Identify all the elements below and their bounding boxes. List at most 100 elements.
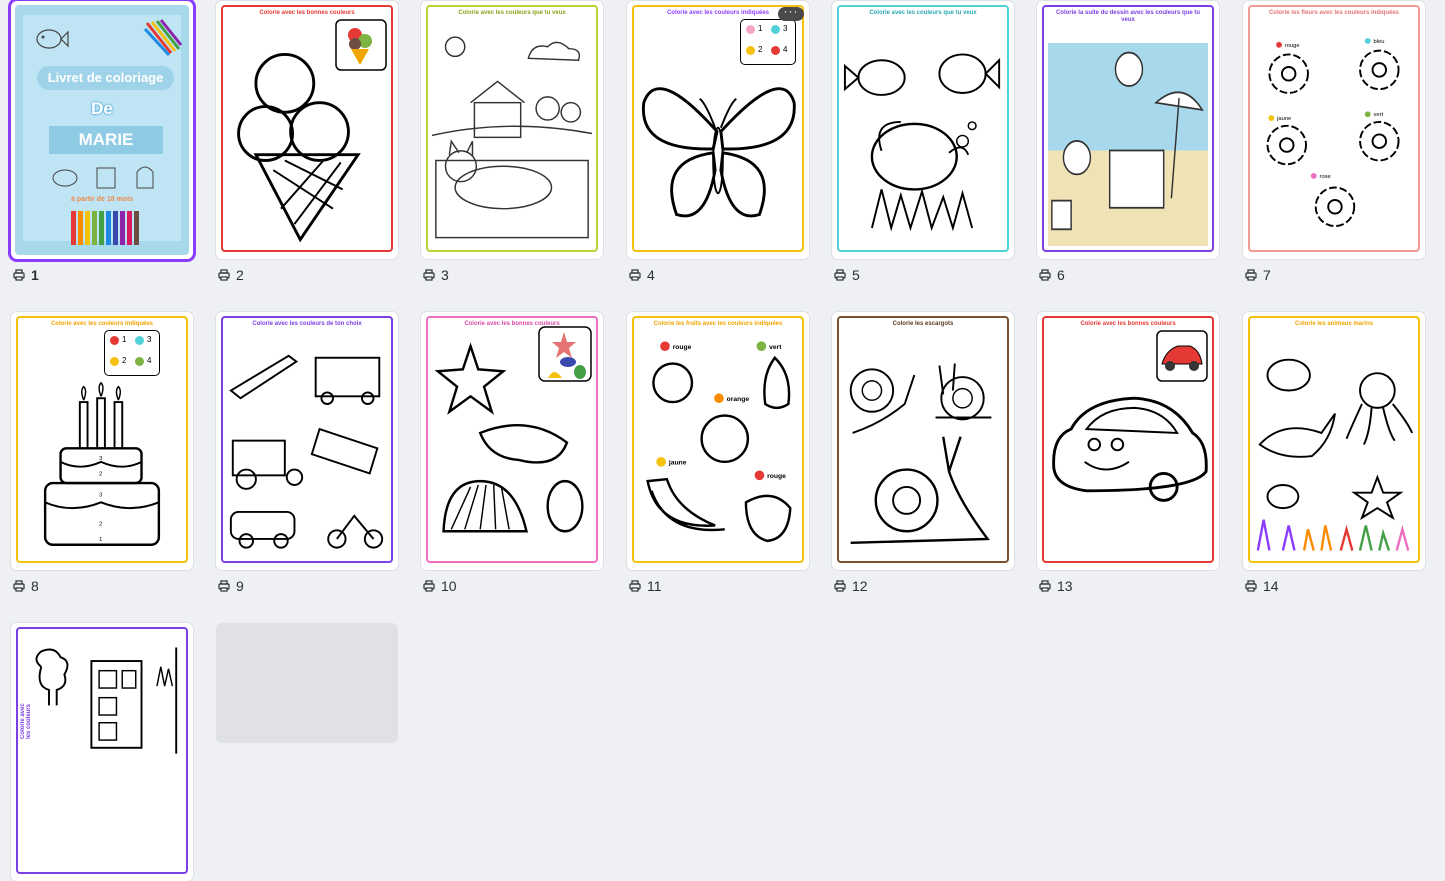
page-drawing — [227, 21, 387, 246]
coloring-page: Colorie la suite du dessin avec les coul… — [1042, 5, 1214, 252]
flower-label: rouge — [1285, 43, 1300, 49]
page-drawing: rouge vert orange jaune rouge — [638, 332, 798, 557]
page-drawing — [1254, 332, 1414, 557]
page-thumbnail-12[interactable]: Colorie les escargots 12 — [832, 312, 1014, 594]
cake-number: 2 — [99, 471, 102, 477]
printer-icon — [13, 269, 25, 281]
flower-label: rose — [1320, 174, 1331, 180]
cake-number: 1 — [99, 537, 102, 543]
page-thumbnail-7[interactable]: Colorie les fleurs avec les couleurs ind… — [1243, 1, 1425, 283]
page-title: Colorie avec les couleurs de ton choix — [252, 321, 362, 327]
page-number-label: 11 — [629, 578, 662, 594]
page-thumbnail-15[interactable]: Colorie avec les couleurs de ton choix — [11, 623, 193, 881]
page-card[interactable]: Colorie avec les bonnes couleurs — [216, 1, 398, 259]
page-number: 13 — [1057, 578, 1073, 594]
page-options-button[interactable]: ··· — [778, 5, 804, 21]
coloring-page: Colorie les animaux marins — [1248, 316, 1420, 563]
coloring-page: Colorie avec les couleurs de ton choix — [221, 316, 393, 563]
printer-icon — [629, 269, 641, 281]
page-card[interactable]: Colorie les animaux marins — [1243, 312, 1425, 570]
page-drawing — [227, 332, 387, 557]
page-title: Colorie les animaux marins — [1294, 321, 1374, 327]
page-number: 14 — [1263, 578, 1279, 594]
crayon-row-icon — [71, 211, 139, 245]
page-thumbnail-4[interactable]: Colorie avec les couleurs indiquées 1 3 … — [627, 1, 809, 283]
flower-label: bleu — [1374, 39, 1385, 45]
coloring-page: Colorie les fruits avec les couleurs ind… — [632, 316, 804, 563]
page-number: 9 — [236, 578, 244, 594]
page-card[interactable]: Colorie avec les couleurs indiquées 1 3 … — [627, 1, 809, 259]
coloring-page: Colorie avec les couleurs que tu veux — [426, 5, 598, 252]
page-card[interactable]: Colorie avec les bonnes couleurs — [1037, 312, 1219, 570]
page-thumbnail-5[interactable]: Colorie avec les couleurs que tu veux 5 — [832, 1, 1014, 283]
page-card[interactable]: Colorie les fruits avec les couleurs ind… — [627, 312, 809, 570]
page-drawing — [843, 21, 1003, 246]
fruit-label: orange — [727, 396, 750, 403]
page-title: Colorie avec les couleurs indiquées — [666, 10, 770, 16]
crayons-icon — [143, 19, 183, 57]
page-title: Colorie avec les couleurs indiquées — [50, 321, 154, 327]
cake-number: 3 — [99, 456, 102, 462]
cover-drawings — [52, 166, 154, 189]
page-number: 1 — [31, 267, 39, 283]
page-card[interactable]: Colorie avec les couleurs de ton choix — [216, 312, 398, 570]
page-card[interactable]: Colorie avec les couleurs de ton choix — [11, 623, 193, 881]
cover-name: MARIE — [49, 126, 163, 154]
page-title: Colorie les fruits avec les couleurs ind… — [653, 321, 783, 327]
page-card[interactable]: Colorie les fleurs avec les couleurs ind… — [1243, 1, 1425, 259]
printer-icon — [218, 580, 230, 592]
printer-icon — [423, 269, 435, 281]
page-number: 6 — [1057, 267, 1065, 283]
page-drawing — [1048, 43, 1208, 246]
fruit-label: jaune — [668, 460, 687, 467]
cover-age: à partir de 18 mois — [71, 196, 133, 203]
page-card[interactable]: Colorie la suite du dessin avec les coul… — [1037, 1, 1219, 259]
page-number-label: 12 — [834, 578, 868, 594]
page-drawing — [843, 332, 1003, 557]
page-title: Colorie les escargots — [892, 321, 954, 327]
page-thumbnail-14[interactable]: Colorie les animaux marins 14 — [1243, 312, 1425, 594]
page-thumbnail-1[interactable]: Livret de coloriage De MARIE à partir de… — [11, 1, 193, 283]
page-number: 2 — [236, 267, 244, 283]
page-drawing: rouge bleu jaune vert rose — [1254, 21, 1414, 246]
coloring-page: Colorie les escargots — [837, 316, 1009, 563]
page-thumbnail-13[interactable]: Colorie avec les bonnes couleurs 13 — [1037, 312, 1219, 594]
page-card[interactable]: Colorie avec les couleurs indiquées 1 3 … — [11, 312, 193, 570]
page-drawing — [431, 21, 593, 246]
page-number: 7 — [1263, 267, 1271, 283]
page-thumbnail-10[interactable]: Colorie avec les bonnes couleurs 10 — [421, 312, 603, 594]
fish-icon — [36, 29, 69, 49]
cover-title: Livret de coloriage — [37, 66, 174, 90]
coloring-page: Colorie avec les couleurs indiquées 1 3 … — [632, 5, 804, 252]
page-thumbnail-2[interactable]: Colorie avec les bonnes couleurs 2 — [216, 1, 398, 283]
printer-icon — [834, 580, 846, 592]
page-title: Colorie la suite du dessin avec les coul… — [1055, 10, 1201, 23]
page-card[interactable]: Colorie avec les couleurs que tu veux — [832, 1, 1014, 259]
printer-icon — [1245, 269, 1257, 281]
add-page-placeholder[interactable] — [216, 623, 398, 743]
printer-icon — [1039, 269, 1051, 281]
page-thumbnail-8[interactable]: Colorie avec les couleurs indiquées 1 3 … — [11, 312, 193, 594]
printer-icon — [1039, 580, 1051, 592]
page-number-label: 6 — [1039, 267, 1065, 283]
fruit-label: vert — [769, 344, 782, 351]
page-card[interactable]: Colorie avec les bonnes couleurs — [421, 312, 603, 570]
page-thumbnail-3[interactable]: Colorie avec les couleurs que tu veux 3 — [421, 1, 603, 283]
page-card[interactable]: Livret de coloriage De MARIE à partir de… — [11, 1, 193, 259]
page-number: 8 — [31, 578, 39, 594]
page-number-label: 4 — [629, 267, 655, 283]
page-number: 4 — [647, 267, 655, 283]
page-drawing — [432, 332, 592, 557]
coloring-page: Colorie avec les couleurs indiquées 1 3 … — [16, 316, 188, 563]
page-thumbnail-6[interactable]: Colorie la suite du dessin avec les coul… — [1037, 1, 1219, 283]
page-card[interactable]: Colorie avec les couleurs que tu veux — [421, 1, 603, 259]
page-drawing — [1048, 332, 1208, 557]
page-thumbnail-9[interactable]: Colorie avec les couleurs de ton choix 9 — [216, 312, 398, 594]
coloring-page: Colorie les fleurs avec les couleurs ind… — [1248, 5, 1420, 252]
printer-icon — [13, 580, 25, 592]
page-thumbnail-11[interactable]: Colorie les fruits avec les couleurs ind… — [627, 312, 809, 594]
page-number-label: 5 — [834, 267, 860, 283]
page-title: Colorie les fleurs avec les couleurs ind… — [1268, 10, 1400, 16]
page-card[interactable]: Colorie les escargots — [832, 312, 1014, 570]
cake-number: 2 — [99, 521, 102, 527]
